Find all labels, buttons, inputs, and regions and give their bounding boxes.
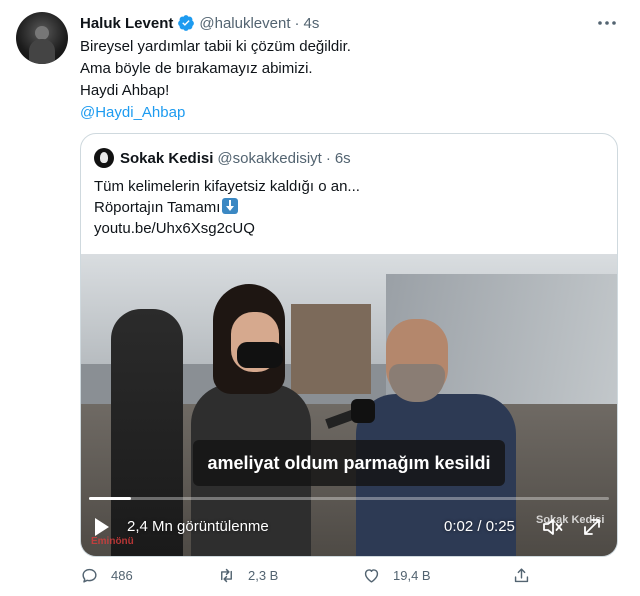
share-icon xyxy=(514,568,529,583)
mention-link[interactable]: @Haydi_Ahbap xyxy=(80,102,351,124)
video-controls: 2,4 Mn görüntülenme 0:02 / 0:25 xyxy=(81,512,617,542)
video-progress-bar[interactable] xyxy=(89,497,609,500)
like-count: 19,4 B xyxy=(393,568,431,583)
retweet-count: 2,3 B xyxy=(248,568,279,583)
like-button[interactable]: 19,4 B xyxy=(362,566,431,585)
quoted-author-avatar[interactable] xyxy=(94,148,114,168)
tweet-text-line: Bireysel yardımlar tabii ki çözüm değild… xyxy=(80,38,351,55)
tweet-text: Bireysel yardımlar tabii ki çözüm değild… xyxy=(80,36,351,124)
author-handle[interactable]: @haluklevent xyxy=(199,15,290,32)
quoted-tweet[interactable]: Sokak Kedisi @sokakkedisiyt · 6s Tüm kel… xyxy=(80,133,618,557)
separator-dot: · xyxy=(294,14,300,32)
quoted-tweet-header: Sokak Kedisi @sokakkedisiyt · 6s xyxy=(94,148,351,168)
reply-count: 486 xyxy=(111,568,133,583)
quoted-tweet-text: Tüm kelimelerin kifayetsiz kaldığı o an.… xyxy=(94,176,360,239)
volume-icon[interactable] xyxy=(541,516,565,538)
retweet-icon xyxy=(221,568,232,583)
down-arrow-icon xyxy=(222,198,239,214)
tweet-actions: 486 2,3 B 19,4 B xyxy=(80,566,620,592)
reply-icon xyxy=(82,568,97,583)
more-options-icon[interactable] xyxy=(596,14,618,32)
view-count: 2,4 Mn görüntülenme xyxy=(127,518,269,535)
author-avatar[interactable] xyxy=(16,12,68,64)
play-icon[interactable] xyxy=(95,518,109,536)
expand-icon[interactable] xyxy=(581,516,603,538)
share-button[interactable] xyxy=(512,566,543,585)
verified-badge-icon xyxy=(178,15,195,31)
quoted-tweet-time[interactable]: 6s xyxy=(335,150,351,167)
video-progress-fill xyxy=(89,497,131,500)
tweet-text-line: Haydi Ahbap! xyxy=(80,82,170,99)
tweet-header: Haluk Levent @haluklevent · 4s xyxy=(80,13,319,33)
quoted-text-label: Röportajın Tamamı xyxy=(94,199,221,216)
video-player[interactable]: ameliyat oldum parmağım kesildi Sokak Ke… xyxy=(81,254,617,556)
tweet-time[interactable]: 4s xyxy=(304,15,320,32)
tweet-text-line: Ama böyle de bırakamayız abimizi. xyxy=(80,60,313,77)
quoted-author-name[interactable]: Sokak Kedisi xyxy=(120,150,213,167)
quoted-link[interactable]: youtu.be/Uhx6Xsg2cUQ xyxy=(94,218,360,239)
tweet[interactable]: Haluk Levent @haluklevent · 4s Bireysel … xyxy=(0,0,640,596)
quoted-text-line: Röportajın Tamamı xyxy=(94,197,360,218)
separator-dot: · xyxy=(325,149,331,167)
video-subtitle: ameliyat oldum parmağım kesildi xyxy=(193,440,505,486)
reply-button[interactable]: 486 xyxy=(80,566,133,585)
heart-icon xyxy=(364,569,379,583)
quoted-author-handle[interactable]: @sokakkedisiyt xyxy=(217,150,321,167)
microphone xyxy=(351,399,375,423)
video-timecode: 0:02 / 0:25 xyxy=(444,518,515,535)
quoted-text-line: Tüm kelimelerin kifayetsiz kaldığı o an.… xyxy=(94,178,360,195)
retweet-button[interactable]: 2,3 B xyxy=(217,566,278,585)
author-name[interactable]: Haluk Levent xyxy=(80,15,173,32)
